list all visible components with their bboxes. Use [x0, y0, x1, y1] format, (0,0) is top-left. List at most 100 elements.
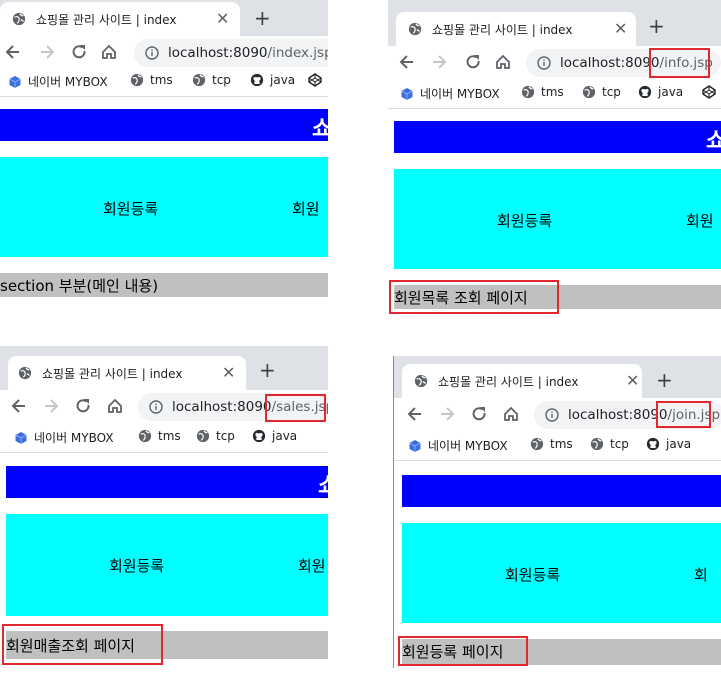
- back-icon[interactable]: [406, 405, 424, 423]
- bookmark-label: tcp: [602, 85, 621, 99]
- home-icon[interactable]: [494, 53, 512, 71]
- globe-icon: [130, 73, 144, 87]
- back-icon[interactable]: [4, 43, 22, 61]
- nav-link-join[interactable]: 회원등록: [103, 198, 158, 219]
- section-text: section 부분(메인 내용): [0, 277, 159, 295]
- site-section: section 부분(메인 내용): [0, 273, 328, 297]
- home-icon[interactable]: [106, 397, 124, 415]
- bookmark-tcp[interactable]: tcp: [590, 437, 629, 451]
- bookmark-tms[interactable]: tms: [521, 85, 564, 99]
- cube-icon: [9, 75, 21, 88]
- bookmark-java[interactable]: java: [250, 73, 295, 87]
- bookmark-label: 네이버 MYBOX: [28, 75, 108, 89]
- bookmark-tcp[interactable]: tcp: [196, 429, 235, 443]
- site-nav: 회원등록 회원: [6, 514, 328, 616]
- new-tab-button[interactable]: +: [656, 368, 673, 392]
- new-tab-button[interactable]: +: [254, 6, 271, 30]
- tab-title: 쇼핑몰 관리 사이트 | index: [36, 13, 177, 27]
- address-bar[interactable]: localhost:8090/index.jsp: [134, 39, 328, 67]
- site-nav: 회원등록 회원: [0, 157, 328, 257]
- highlight-url-info: [649, 48, 710, 78]
- header-title: 쇼: [318, 468, 328, 500]
- globe-icon: [18, 366, 32, 380]
- site-nav: 회원등록 회원: [394, 169, 721, 269]
- codepen-icon: [702, 85, 716, 99]
- nav-link-join[interactable]: 회원등록: [505, 564, 560, 585]
- browser-tab[interactable]: 쇼핑몰 관리 사이트 | index ✕: [8, 356, 246, 390]
- bookmark-label: java: [272, 429, 298, 443]
- tab-strip: 쇼핑몰 관리 사이트 | index ✕ +: [0, 346, 328, 390]
- nav-link-info[interactable]: 회: [694, 564, 708, 585]
- bookmark-mybox[interactable]: 네이버 MYBOX: [8, 73, 108, 90]
- info-icon[interactable]: [545, 408, 559, 422]
- reload-icon[interactable]: [464, 53, 482, 71]
- forward-icon[interactable]: [38, 43, 56, 61]
- url-host: localhost:8090: [172, 399, 272, 415]
- github-icon: [646, 437, 660, 451]
- browser-tab[interactable]: 쇼핑몰 관리 사이트 | index ✕: [0, 2, 240, 36]
- info-icon[interactable]: [149, 400, 163, 414]
- bookmark-codepen[interactable]: [308, 73, 328, 87]
- highlight-url-join: [656, 401, 711, 428]
- bookmark-java[interactable]: java: [646, 437, 691, 451]
- bookmark-label: java: [666, 437, 692, 451]
- header-title: 쇼: [706, 129, 721, 154]
- url-text[interactable]: localhost:8090/index.jsp: [168, 45, 328, 61]
- bookmark-label: tms: [541, 85, 564, 99]
- tab-strip: 쇼핑몰 관리 사이트 | index ✕ +: [0, 0, 328, 36]
- new-tab-button[interactable]: +: [259, 358, 276, 382]
- bookmark-java[interactable]: java: [638, 85, 683, 99]
- back-icon[interactable]: [398, 53, 416, 71]
- home-icon[interactable]: [502, 405, 520, 423]
- close-icon[interactable]: ✕: [222, 363, 235, 382]
- bookmark-label: java: [270, 73, 296, 87]
- bookmark-label: tms: [158, 429, 181, 443]
- bookmarks-bar: 네이버 MYBOX tms tcp java: [0, 70, 328, 97]
- bookmark-tcp[interactable]: tcp: [582, 85, 621, 99]
- close-icon[interactable]: ✕: [626, 371, 639, 390]
- globe-icon: [12, 12, 26, 26]
- globe-icon: [521, 85, 535, 99]
- info-icon[interactable]: [145, 46, 159, 60]
- home-icon[interactable]: [100, 43, 118, 61]
- bookmark-mybox[interactable]: 네이버 MYBOX: [400, 85, 500, 102]
- bookmark-codepen[interactable]: [702, 85, 721, 99]
- bookmark-mybox[interactable]: 네이버 MYBOX: [408, 437, 508, 454]
- url-path: /index.jsp: [267, 45, 328, 61]
- globe-icon: [192, 73, 206, 87]
- bookmark-java[interactable]: java: [252, 429, 297, 443]
- close-icon[interactable]: ✕: [216, 9, 229, 28]
- highlight-url-sales: [265, 394, 326, 422]
- new-tab-button[interactable]: +: [648, 14, 665, 38]
- highlight-section-info: [389, 280, 559, 314]
- forward-icon[interactable]: [430, 53, 448, 71]
- github-icon: [252, 429, 266, 443]
- tab-strip: 쇼핑몰 관리 사이트 | index ✕ +: [394, 356, 721, 398]
- bookmark-tms[interactable]: tms: [138, 429, 181, 443]
- forward-icon[interactable]: [42, 397, 60, 415]
- nav-link-join[interactable]: 회원등록: [109, 555, 164, 576]
- close-icon[interactable]: ✕: [614, 19, 627, 38]
- reload-icon[interactable]: [74, 397, 92, 415]
- reload-icon[interactable]: [470, 405, 488, 423]
- nav-link-info[interactable]: 회원: [292, 198, 320, 219]
- bookmark-tcp[interactable]: tcp: [192, 73, 231, 87]
- reload-icon[interactable]: [70, 43, 88, 61]
- bookmark-label: tms: [550, 437, 573, 451]
- site-header: 쇼: [402, 475, 721, 507]
- nav-link-join[interactable]: 회원등록: [497, 210, 552, 231]
- globe-icon: [590, 437, 604, 451]
- globe-icon: [138, 429, 152, 443]
- nav-link-info[interactable]: 회원: [686, 210, 714, 231]
- browser-tab[interactable]: 쇼핑몰 관리 사이트 | index ✕: [396, 12, 636, 46]
- bookmark-tms[interactable]: tms: [130, 73, 173, 87]
- forward-icon[interactable]: [438, 405, 456, 423]
- nav-link-info[interactable]: 회원: [298, 555, 326, 576]
- back-icon[interactable]: [10, 397, 28, 415]
- info-icon[interactable]: [537, 56, 551, 70]
- cube-icon: [15, 431, 27, 444]
- bookmark-mybox[interactable]: 네이버 MYBOX: [14, 429, 114, 446]
- toolbar: localhost:8090/index.jsp: [0, 36, 328, 70]
- browser-tab[interactable]: 쇼핑몰 관리 사이트 | index ✕: [402, 364, 642, 398]
- bookmark-tms[interactable]: tms: [530, 437, 573, 451]
